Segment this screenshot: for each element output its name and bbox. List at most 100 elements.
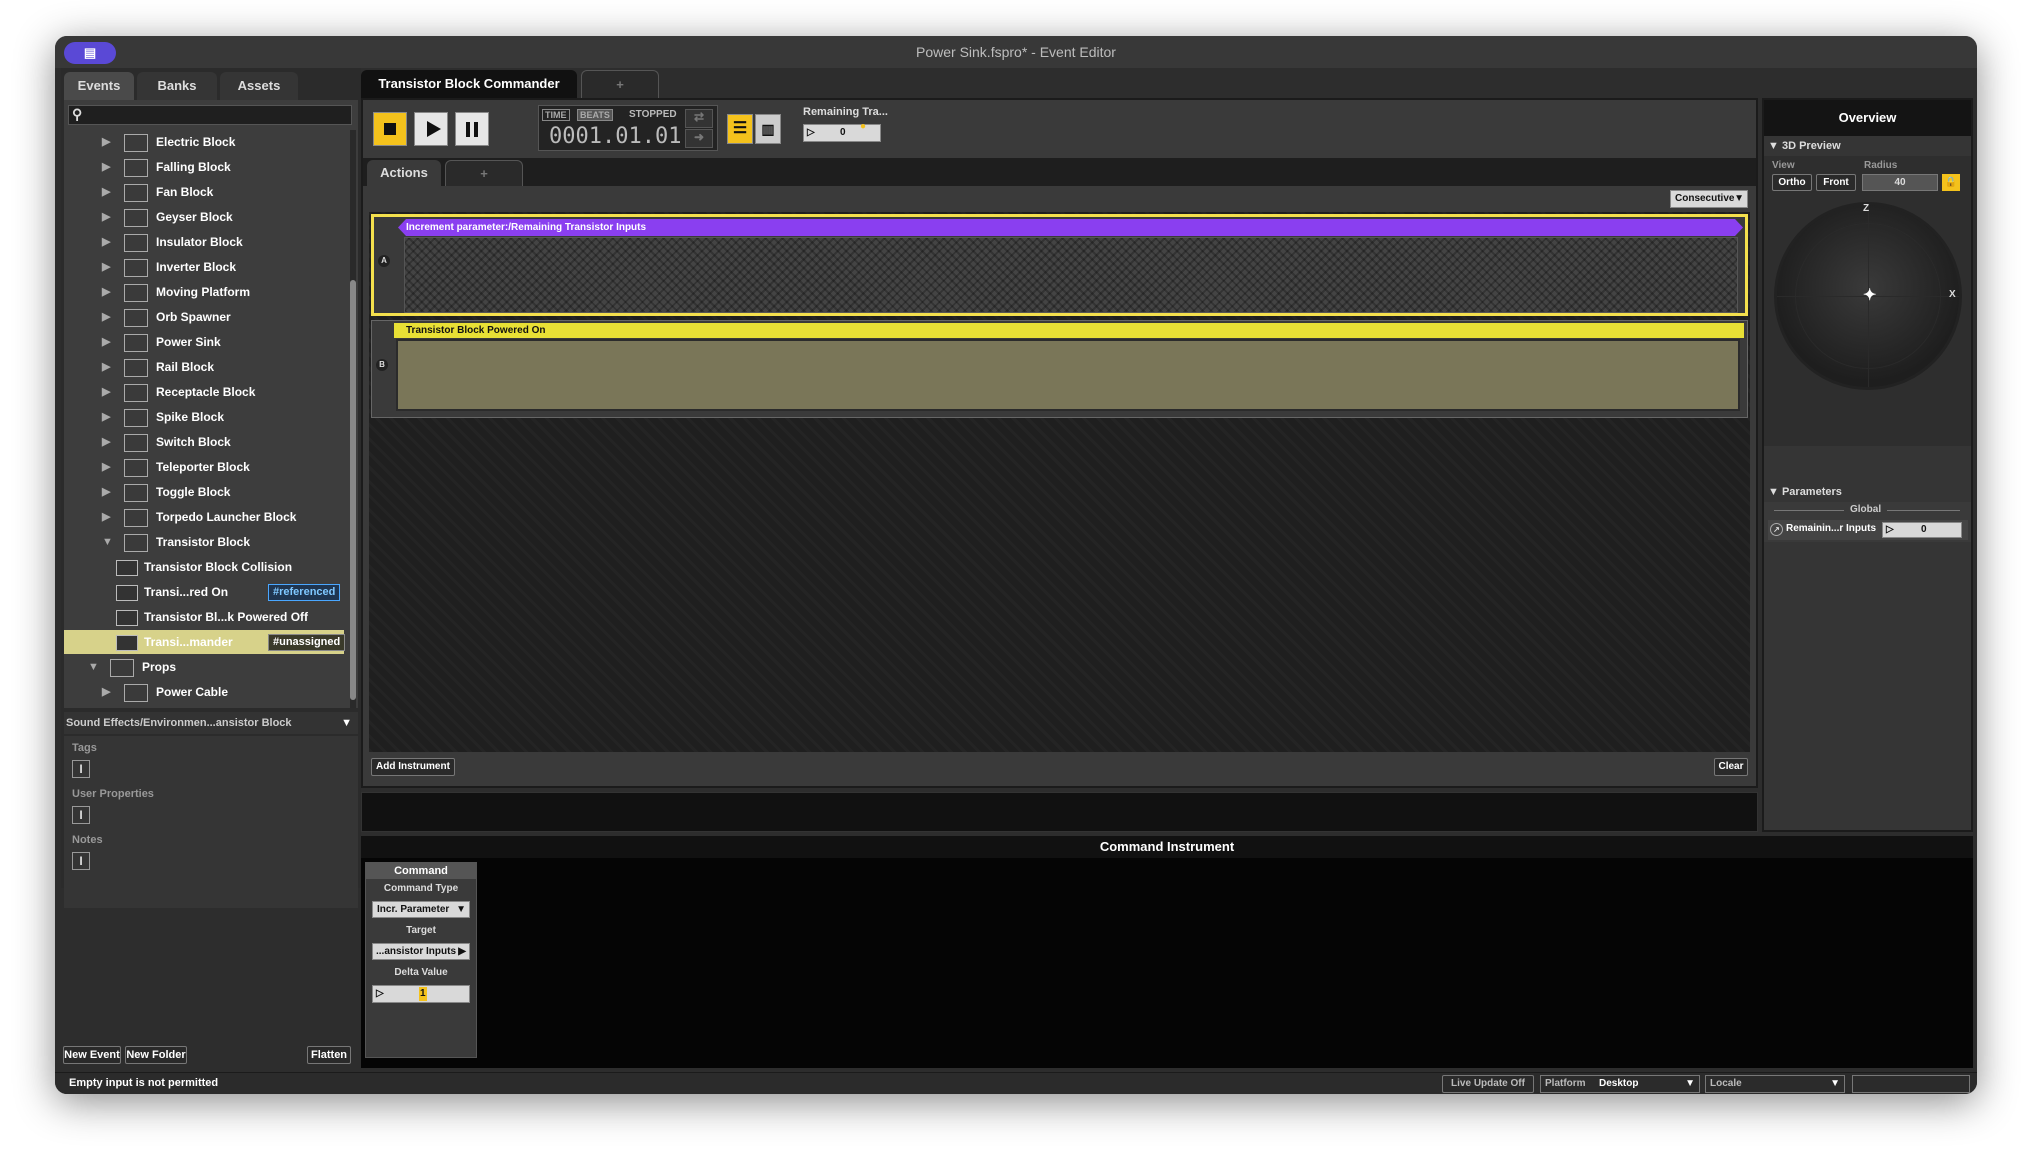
window-menu-icon[interactable]: ▤ <box>64 42 116 64</box>
folder-item[interactable]: ▼ Transistor Block <box>64 530 344 554</box>
tab-actions[interactable]: Actions <box>367 160 441 186</box>
grid-view-icon[interactable]: ▥ <box>755 114 781 144</box>
folder-item[interactable]: ▶ Switch Block <box>64 430 344 454</box>
add-editor-tab-button[interactable]: + <box>581 70 659 98</box>
playback-mode-dropdown[interactable]: Consecutive ▼ <box>1670 190 1748 208</box>
search-input[interactable]: ⚲ <box>68 105 352 125</box>
folder-item[interactable]: ▶ Teleporter Block <box>64 455 344 479</box>
tab-transistor-block-commander[interactable]: Transistor Block Commander <box>361 70 577 98</box>
chevron-right-icon[interactable]: ▶ <box>102 130 110 154</box>
folder-item[interactable]: ▶ Inverter Block <box>64 255 344 279</box>
lock-icon[interactable]: 🔒 <box>1942 174 1960 191</box>
pause-button[interactable] <box>455 112 489 146</box>
chevron-right-icon[interactable]: ▶ <box>102 180 110 204</box>
chevron-right-icon[interactable]: ▶ <box>102 355 110 379</box>
listener-icon[interactable]: ✦ <box>1863 285 1876 305</box>
delta-value-knob[interactable]: ▷ 1 <box>372 985 470 1003</box>
chevron-right-icon[interactable]: ▶ <box>102 505 110 529</box>
folder-item[interactable]: ▶ Moving Platform <box>64 280 344 304</box>
event-item[interactable]: Transi...mander #unassigned <box>64 630 346 654</box>
action-b-header[interactable]: Transistor Block Powered On <box>394 323 1744 338</box>
folder-item[interactable]: ▶ Items <box>64 705 344 708</box>
chevron-right-icon[interactable]: ▶ <box>102 680 110 704</box>
chevron-right-icon[interactable]: ▶ <box>102 205 110 229</box>
live-update-toggle[interactable]: Live Update Off <box>1442 1075 1534 1093</box>
chevron-down-icon[interactable]: ▼ <box>341 712 352 734</box>
tab-banks[interactable]: Banks <box>137 72 217 100</box>
user-properties-add-icon[interactable]: I <box>72 806 90 824</box>
action-a-header[interactable]: Increment parameter:/Remaining Transisto… <box>398 219 1743 236</box>
chevron-down-icon[interactable]: ▼ <box>88 655 99 679</box>
global-parameter-slider[interactable]: ▷ 0 <box>1882 522 1962 538</box>
follow-icon[interactable]: ➜ <box>685 129 713 148</box>
folder-item[interactable]: ▶ Electric Block <box>64 130 344 154</box>
flatten-button[interactable]: Flatten <box>307 1046 351 1064</box>
chevron-down-icon[interactable]: ▼ <box>102 530 113 554</box>
action-b-body[interactable] <box>396 339 1740 411</box>
beats-mode-toggle[interactable]: BEATS <box>577 109 613 121</box>
new-folder-button[interactable]: New Folder <box>125 1046 187 1064</box>
folder-item[interactable]: ▶ Fan Block <box>64 180 344 204</box>
folder-item[interactable]: ▶ Spike Block <box>64 405 344 429</box>
tree-scrollbar-track[interactable] <box>350 130 356 708</box>
command-type-dropdown[interactable]: Incr. Parameter ▼ <box>372 901 470 918</box>
parameter-slider[interactable]: ▷ 0 ● <box>803 121 881 142</box>
action-b[interactable]: B Transistor Block Powered On <box>371 320 1748 418</box>
chevron-right-icon[interactable]: ▶ <box>102 380 110 404</box>
folder-item[interactable]: ▶ Falling Block <box>64 155 344 179</box>
add-actions-tab-button[interactable]: + <box>445 160 523 186</box>
list-view-icon[interactable]: ☰ <box>727 114 753 144</box>
folder-item[interactable]: ▶ Orb Spawner <box>64 305 344 329</box>
3d-preview-sphere[interactable]: ✦ Z X <box>1774 202 1962 390</box>
tree-scrollbar-thumb[interactable] <box>350 280 356 700</box>
stop-button[interactable] <box>373 112 407 146</box>
chevron-right-icon[interactable]: ▶ <box>74 705 82 708</box>
play-button[interactable] <box>414 112 448 146</box>
tree-item-label: Insulator Block <box>156 235 243 249</box>
new-event-button[interactable]: New Event <box>63 1046 121 1064</box>
time-mode-toggle[interactable]: TIME <box>542 109 570 121</box>
chevron-right-icon[interactable]: ▶ <box>102 430 110 454</box>
folder-item[interactable]: ▶ Power Cable <box>64 680 344 704</box>
folder-item[interactable]: ▶ Rail Block <box>64 355 344 379</box>
chevron-right-icon[interactable]: ▶ <box>102 230 110 254</box>
folder-item[interactable]: ▼ Props <box>64 655 344 679</box>
clear-button[interactable]: Clear <box>1714 758 1748 776</box>
action-a[interactable]: A Increment parameter:/Remaining Transis… <box>371 214 1748 316</box>
tab-assets[interactable]: Assets <box>220 72 298 100</box>
event-item[interactable]: Transistor Bl...k Powered Off <box>64 605 344 629</box>
folder-item[interactable]: ▶ Receptacle Block <box>64 380 344 404</box>
chevron-right-icon[interactable]: ▶ <box>102 155 110 179</box>
loop-icon[interactable]: ⇄ <box>685 109 713 128</box>
chevron-right-icon[interactable]: ▶ <box>102 330 110 354</box>
global-parameter-row[interactable]: ↗ Remainin...r Inputs ▷ 0 <box>1768 520 1968 540</box>
tree-item-label: Electric Block <box>156 135 236 149</box>
add-instrument-button[interactable]: Add Instrument <box>371 758 455 776</box>
action-a-body[interactable] <box>404 237 1738 313</box>
tree-item-label: Power Sink <box>156 335 221 349</box>
folder-item[interactable]: ▶ Torpedo Launcher Block <box>64 505 344 529</box>
chevron-right-icon[interactable]: ▶ <box>102 480 110 504</box>
parameters-header[interactable]: ▼ Parameters <box>1768 486 1842 498</box>
chevron-right-icon[interactable]: ▶ <box>102 255 110 279</box>
event-item[interactable]: Transistor Block Collision <box>64 555 344 579</box>
ortho-button[interactable]: Ortho <box>1772 174 1812 191</box>
tags-add-icon[interactable]: I <box>72 760 90 778</box>
folder-item[interactable]: ▶ Geyser Block <box>64 205 344 229</box>
platform-selector[interactable]: Platform Desktop ▼ <box>1540 1075 1700 1093</box>
chevron-right-icon[interactable]: ▶ <box>102 280 110 304</box>
notes-add-icon[interactable]: I <box>72 852 90 870</box>
folder-item[interactable]: ▶ Power Sink <box>64 330 344 354</box>
chevron-right-icon[interactable]: ▶ <box>102 455 110 479</box>
folder-item[interactable]: ▶ Insulator Block <box>64 230 344 254</box>
folder-item[interactable]: ▶ Toggle Block <box>64 480 344 504</box>
front-button[interactable]: Front <box>1816 174 1856 191</box>
target-selector[interactable]: ...ansistor Inputs ▶ <box>372 943 470 960</box>
radius-input[interactable]: 40 <box>1862 174 1938 191</box>
tab-events[interactable]: Events <box>64 72 134 100</box>
3d-preview-header[interactable]: ▼ 3D Preview <box>1768 140 1841 152</box>
chevron-right-icon[interactable]: ▶ <box>102 405 110 429</box>
event-item[interactable]: Transi...red On #referenced <box>64 580 344 604</box>
locale-selector[interactable]: Locale ▼ <box>1705 1075 1845 1093</box>
chevron-right-icon[interactable]: ▶ <box>102 305 110 329</box>
